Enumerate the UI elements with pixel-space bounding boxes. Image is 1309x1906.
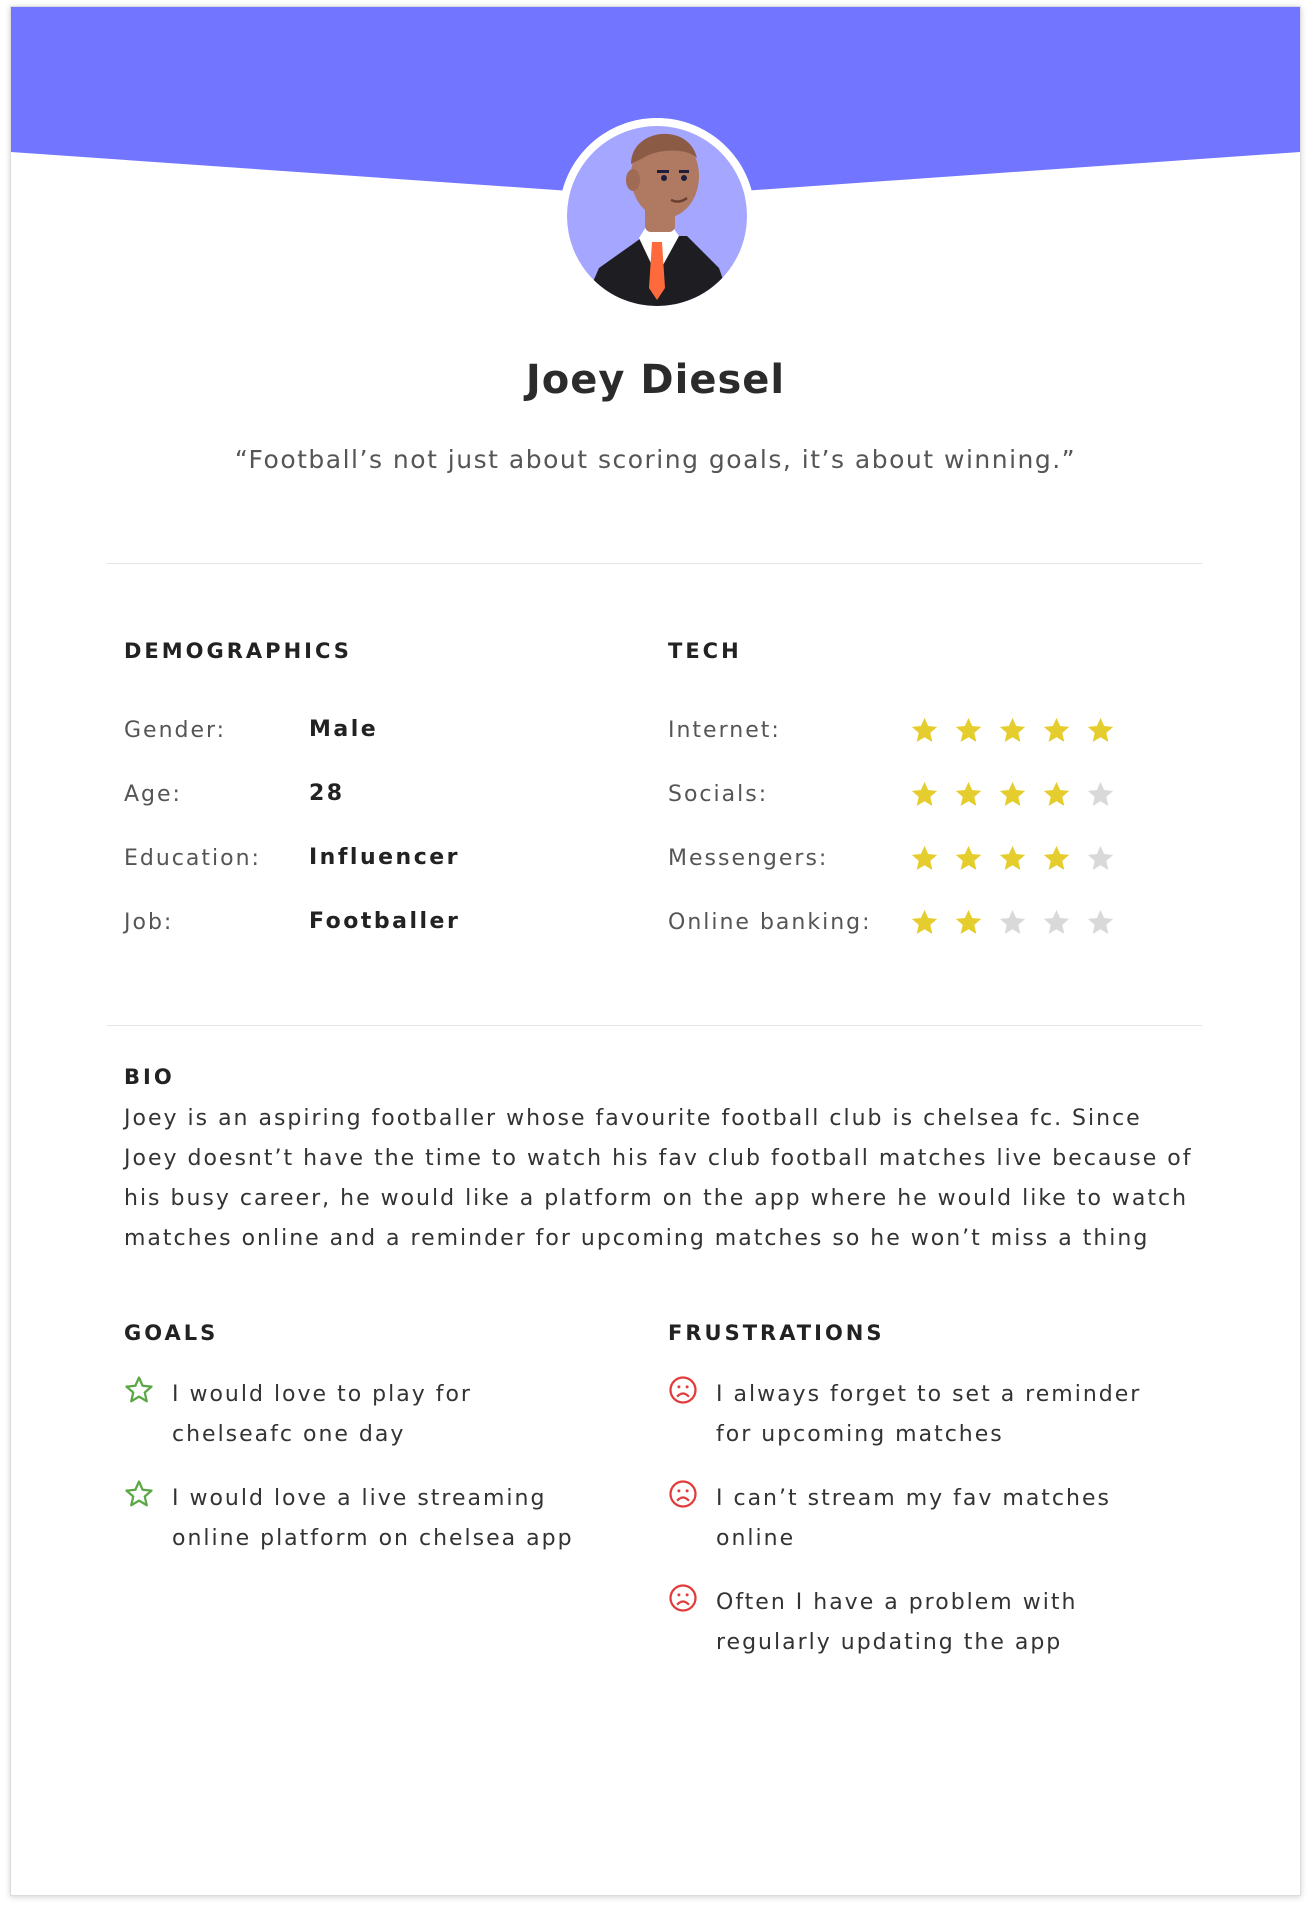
star-empty-icon: [1043, 909, 1070, 934]
star-filled-icon: [911, 781, 938, 806]
sad-face-icon: [668, 1375, 702, 1455]
frustration-text: I can’t stream my fav matches online: [716, 1486, 1111, 1551]
tech-row-socials: Socials:: [668, 779, 768, 809]
tech-label: Internet:: [668, 717, 781, 743]
tech-label: Messengers:: [668, 845, 829, 871]
tech-heading: TECH: [668, 639, 742, 663]
persona-name: Joey Diesel: [525, 357, 786, 403]
star-empty-icon: [999, 909, 1026, 934]
demographics-row-age: Age:: [124, 779, 182, 809]
demographics-label: Gender:: [124, 717, 227, 743]
demographics-value: Influencer: [309, 845, 461, 870]
rating-stars: [910, 908, 1115, 937]
tech-row-online-banking: Online banking:: [668, 907, 872, 937]
demographics-label: Job:: [124, 909, 174, 935]
goal-text: I would love to play for chelseafc one d…: [172, 1382, 472, 1447]
goal-text: I would love a live streaming online pla…: [172, 1486, 574, 1551]
goal-item: I would love a live streaming online pla…: [124, 1479, 594, 1559]
star-empty-icon: [1087, 909, 1114, 934]
frustration-item: I always forget to set a reminder for up…: [668, 1375, 1148, 1455]
tech-label: Online banking:: [668, 909, 872, 935]
demographics-row-education: Education:: [124, 843, 261, 873]
star-empty-icon: [1087, 845, 1114, 870]
star-filled-icon: [999, 717, 1026, 742]
demographics-label: Age:: [124, 781, 182, 807]
frustrations-heading: FRUSTRATIONS: [668, 1321, 885, 1345]
star-outline-icon: [124, 1375, 158, 1455]
star-filled-icon: [911, 717, 938, 742]
rating-stars: [910, 716, 1115, 745]
demographics-row-gender: Gender:: [124, 715, 226, 745]
star-filled-icon: [955, 845, 982, 870]
star-filled-icon: [1043, 845, 1070, 870]
frustration-text: Often I have a problem with regularly up…: [716, 1590, 1078, 1655]
star-filled-icon: [911, 845, 938, 870]
rating-stars: [910, 780, 1115, 809]
star-filled-icon: [1043, 781, 1070, 806]
star-empty-icon: [1087, 781, 1114, 806]
tech-label: Socials:: [668, 781, 769, 807]
frustration-text: I always forget to set a reminder for up…: [716, 1382, 1142, 1447]
star-filled-icon: [955, 781, 982, 806]
divider: [107, 563, 1202, 564]
star-filled-icon: [1087, 717, 1114, 742]
sad-face-icon: [668, 1479, 702, 1559]
star-filled-icon: [1043, 717, 1070, 742]
demographics-value: Footballer: [309, 909, 461, 934]
bio-text: Joey is an aspiring footballer whose fav…: [124, 1106, 1193, 1251]
star-filled-icon: [999, 845, 1026, 870]
star-filled-icon: [911, 909, 938, 934]
rating-stars: [910, 844, 1115, 873]
persona-card: Joey Diesel “Football’s not just about s…: [10, 6, 1301, 1896]
star-filled-icon: [999, 781, 1026, 806]
star-filled-icon: [955, 909, 982, 934]
persona-quote: “Football’s not just about scoring goals…: [234, 445, 1077, 474]
demographics-label: Education:: [124, 845, 261, 871]
divider: [107, 1025, 1202, 1026]
bio-heading: BIO: [124, 1065, 175, 1089]
avatar: [559, 118, 755, 314]
sad-face-icon: [668, 1583, 702, 1663]
frustration-item: Often I have a problem with regularly up…: [668, 1583, 1148, 1663]
star-outline-icon: [124, 1479, 158, 1559]
demographics-row-job: Job:: [124, 907, 173, 937]
demographics-heading: DEMOGRAPHICS: [124, 639, 352, 663]
tech-row-internet: Internet:: [668, 715, 781, 745]
demographics-value: 28: [309, 781, 345, 806]
demographics-value: Male: [309, 717, 379, 742]
tech-row-messengers: Messengers:: [668, 843, 828, 873]
goals-heading: GOALS: [124, 1321, 219, 1345]
star-filled-icon: [955, 717, 982, 742]
frustration-item: I can’t stream my fav matches online: [668, 1479, 1148, 1559]
goal-item: I would love to play for chelseafc one d…: [124, 1375, 594, 1455]
